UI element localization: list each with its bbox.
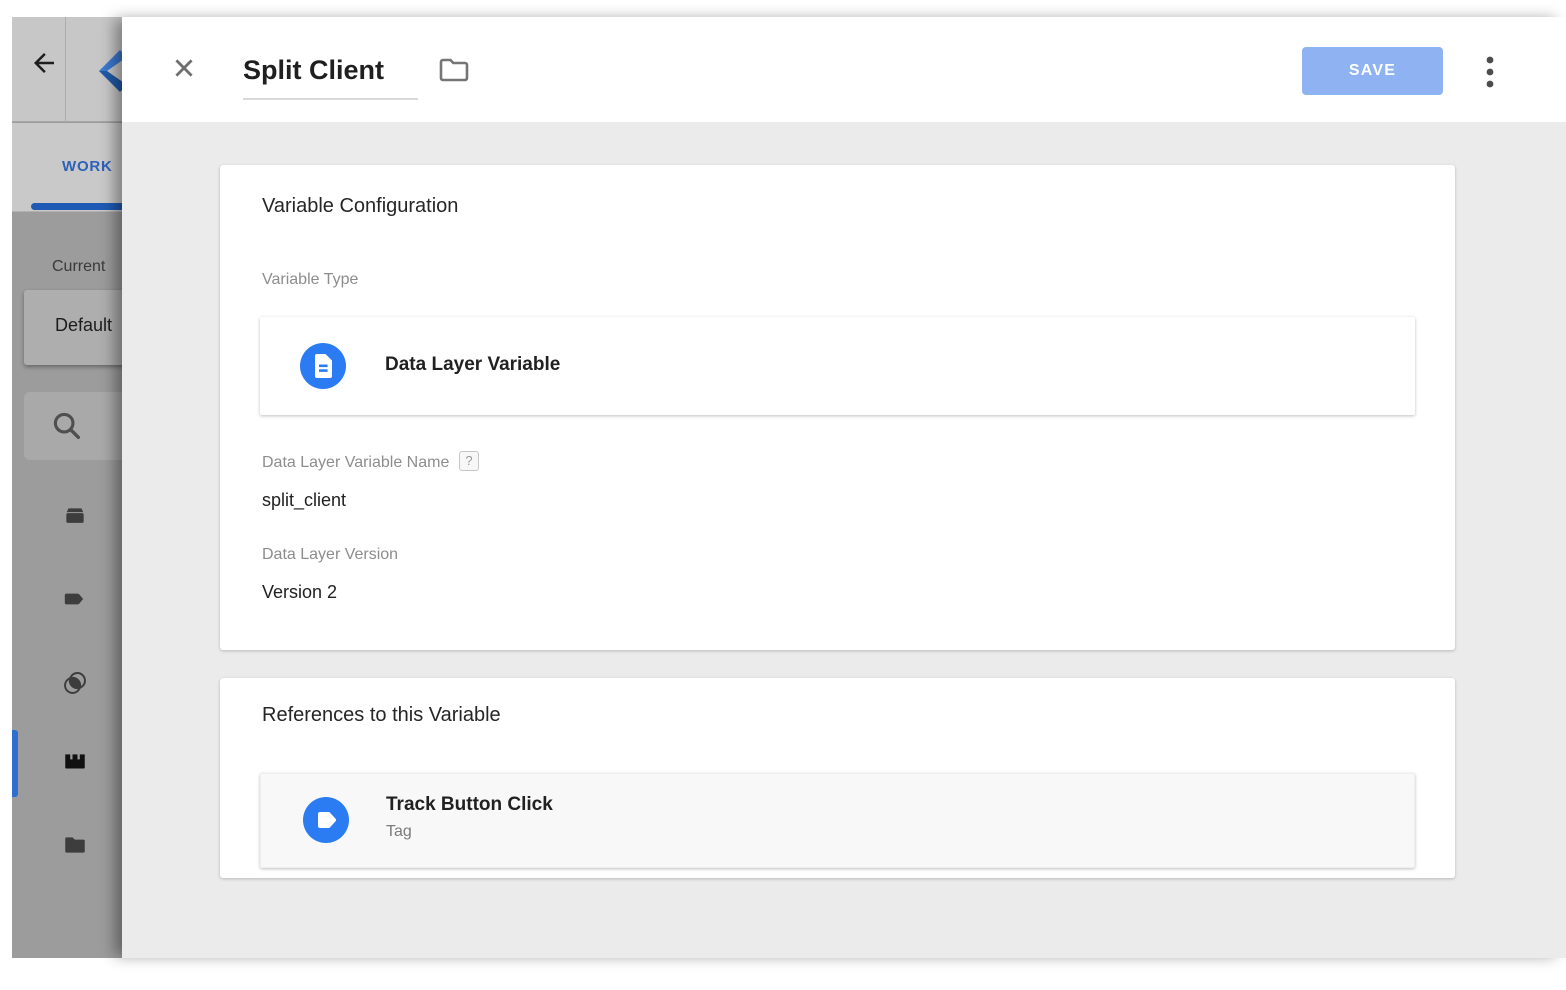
drawer-content: Variable Configuration Variable Type Dat… [122,122,1566,958]
tab-workspace[interactable]: WORK [62,158,113,175]
name-field-underline [243,98,418,100]
dl-variable-name-value: split_client [262,490,346,511]
card-heading: Variable Configuration [262,195,458,218]
workspace-selector[interactable]: Default [24,290,122,365]
tag-manager-logo-icon [95,43,122,99]
variables-brick-icon [62,762,88,779]
kebab-menu-icon [1477,77,1503,94]
triggers-circles-icon [62,683,88,700]
more-options-button[interactable] [1477,54,1503,90]
variable-configuration-card: Variable Configuration Variable Type Dat… [220,165,1455,650]
tab-bar: WORK [12,123,122,212]
dl-version-value: Version 2 [262,582,337,603]
top-app-bar [12,17,122,122]
references-card: References to this Variable Track Button… [220,678,1455,878]
reference-row[interactable]: Track Button Click Tag [260,773,1415,868]
back-button[interactable] [29,48,59,78]
search-input[interactable] [24,392,122,460]
arrow-left-icon [29,65,59,82]
sidebar-item-variables[interactable] [62,749,88,775]
header-divider [65,17,66,122]
card-heading: References to this Variable [262,704,501,727]
save-button[interactable]: SAVE [1302,47,1443,95]
workspace-background: WORK Current Default [12,17,122,958]
reference-type: Tag [386,823,412,841]
variable-type-name: Data Layer Variable [385,354,560,376]
dl-version-label: Data Layer Version [262,546,398,564]
variable-type-row[interactable]: Data Layer Variable [260,317,1415,415]
sidebar-item-triggers[interactable] [62,670,88,696]
sidebar-item-tags[interactable] [62,586,88,612]
dl-variable-name-label: Data Layer Variable Name? [262,451,479,472]
sidebar: Current Default [12,213,122,958]
current-workspace-label: Current [52,258,105,276]
move-to-folder-button[interactable] [438,55,470,85]
active-tab-indicator [31,203,122,210]
folder-icon [62,845,88,862]
data-layer-variable-icon [300,343,346,394]
drawer-header: Split Client SAVE [122,17,1566,122]
app-window: WORK Current Default [12,17,1566,958]
selected-nav-indicator [12,730,18,797]
variable-type-label: Variable Type [262,271,358,289]
sidebar-item-folders[interactable] [62,832,88,858]
variable-editor-drawer: Split Client SAVE [122,17,1566,958]
close-icon [170,69,198,86]
help-icon[interactable]: ? [459,451,478,471]
reference-name: Track Button Click [386,794,553,816]
variable-name-field[interactable]: Split Client [243,55,384,86]
tag-reference-icon [303,797,349,848]
folder-outline-icon [438,72,470,89]
tag-icon [62,599,88,616]
workspace-name: Default [55,315,112,336]
close-button[interactable] [170,54,198,82]
overview-box-icon [62,516,88,533]
sidebar-item-overview[interactable] [62,503,88,529]
